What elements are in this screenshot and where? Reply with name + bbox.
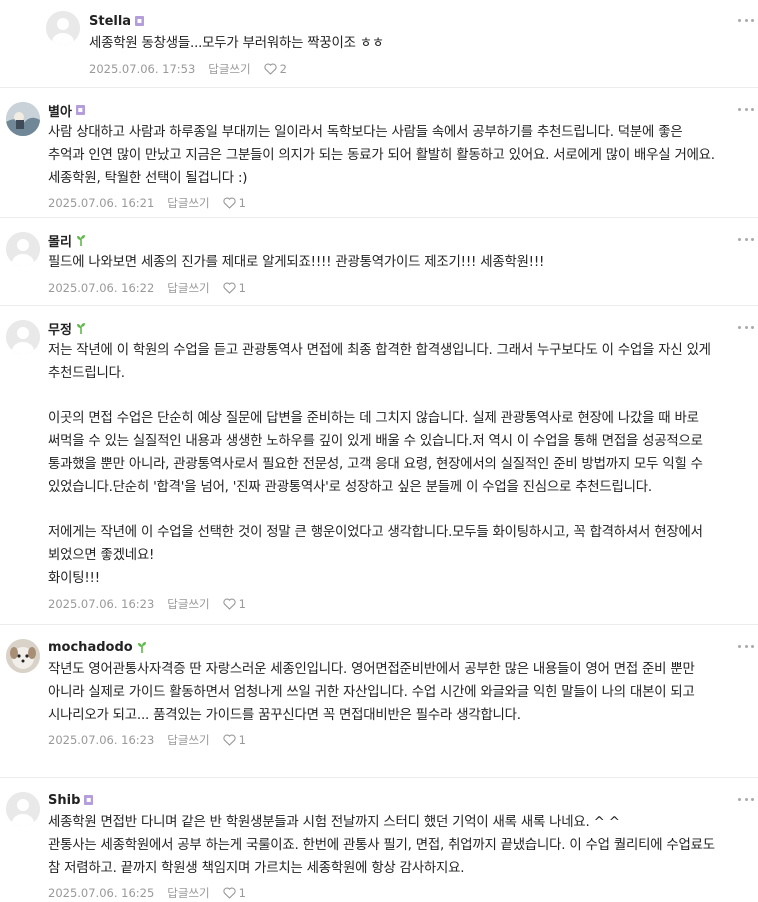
comment-item: 몰리 필드에 나와보면 세종의 진가를 제대로 알게되죠!!!! 관광통역가이드… bbox=[0, 218, 758, 306]
like-count: 1 bbox=[238, 733, 246, 748]
like-count: 1 bbox=[238, 196, 246, 211]
sprout-badge-icon bbox=[76, 235, 85, 246]
like-count: 1 bbox=[238, 596, 246, 611]
more-options-icon[interactable] bbox=[738, 639, 754, 653]
comment-author[interactable]: mochadodo bbox=[48, 640, 133, 655]
avatar[interactable] bbox=[6, 792, 40, 826]
reply-button[interactable]: 답글쓰기 bbox=[167, 732, 209, 748]
avatar[interactable] bbox=[6, 102, 40, 136]
heart-icon bbox=[223, 282, 236, 294]
avatar[interactable] bbox=[6, 232, 40, 266]
like-button[interactable]: 1 bbox=[223, 281, 246, 295]
comment-date: 2025.07.06. 16:25 bbox=[48, 886, 155, 901]
heart-icon bbox=[264, 63, 277, 75]
comment-date: 2025.07.06. 16:23 bbox=[48, 733, 155, 748]
comment-text: 세종학원 면접반 다니며 같은 반 학원생분들과 시험 전날까지 스터디 했던 … bbox=[48, 815, 715, 876]
like-count: 1 bbox=[238, 886, 246, 901]
comment-item: 무정 저는 작년에 이 학원의 수업을 듣고 관광통역사 면접에 최종 합격한 … bbox=[0, 306, 758, 625]
more-options-icon[interactable] bbox=[738, 792, 754, 806]
more-options-icon[interactable] bbox=[738, 102, 754, 116]
heart-icon bbox=[223, 197, 236, 210]
more-options-icon[interactable] bbox=[738, 13, 754, 27]
like-count: 1 bbox=[238, 280, 246, 295]
like-count: 2 bbox=[279, 61, 287, 76]
like-button[interactable]: 1 bbox=[223, 597, 246, 611]
comment-author[interactable]: Shib bbox=[48, 793, 80, 808]
comment-author[interactable]: 몰리 bbox=[48, 231, 72, 250]
comment-text: 세종학원 동창생들...모두가 부러워하는 짝꿍이조 ㅎㅎ bbox=[89, 36, 385, 51]
sprout-badge-icon bbox=[76, 323, 85, 334]
like-button[interactable]: 1 bbox=[223, 196, 246, 210]
reply-button[interactable]: 답글쓰기 bbox=[167, 195, 209, 211]
comment-date: 2025.07.06. 16:22 bbox=[48, 280, 155, 295]
reply-button[interactable]: 답글쓰기 bbox=[167, 280, 209, 296]
comment-item: 별아 ▪ 사람 상대하고 사람과 하루종일 부대끼는 일이라서 독학보다는 사람… bbox=[0, 88, 758, 218]
heart-icon bbox=[223, 598, 236, 610]
manager-badge-icon: ▪ bbox=[84, 795, 94, 805]
comment-text: 저는 작년에 이 학원의 수업을 듣고 관광통역사 면접에 최종 합격한 합격생… bbox=[48, 343, 711, 586]
heart-icon bbox=[223, 734, 236, 747]
more-options-icon[interactable] bbox=[738, 232, 754, 246]
sprout-badge-icon bbox=[137, 642, 146, 653]
reply-button[interactable]: 답글쓰기 bbox=[167, 596, 209, 612]
comment-text: 사람 상대하고 사람과 하루종일 부대끼는 일이라서 독학보다는 사람들 속에서… bbox=[48, 125, 715, 186]
comment-text: 필드에 나와보면 세종의 진가를 제대로 알게되죠!!!! 관광통역가이드 제조… bbox=[48, 255, 545, 270]
avatar[interactable] bbox=[46, 11, 80, 45]
reply-button[interactable]: 답글쓰기 bbox=[208, 61, 250, 77]
comment-date: 2025.07.06. 16:21 bbox=[48, 196, 155, 211]
comment-item: Stella ▪ 세종학원 동창생들...모두가 부러워하는 짝꿍이조 ㅎㅎ 2… bbox=[0, 0, 758, 88]
avatar[interactable] bbox=[6, 320, 40, 354]
comment-author[interactable]: 별아 bbox=[48, 101, 72, 120]
comment-item: mochadodo 작년도 영어관통사자격증 딴 자랑스러운 세종인입니다. 영… bbox=[0, 625, 758, 778]
like-button[interactable]: 1 bbox=[223, 886, 246, 900]
like-button[interactable]: 2 bbox=[264, 62, 287, 76]
comment-date: 2025.07.06. 16:23 bbox=[48, 596, 155, 611]
comment-author[interactable]: Stella bbox=[89, 14, 131, 29]
comment-date: 2025.07.06. 17:53 bbox=[89, 61, 196, 76]
reply-button[interactable]: 답글쓰기 bbox=[167, 885, 209, 901]
avatar[interactable] bbox=[6, 639, 40, 673]
comment-list: Stella ▪ 세종학원 동창생들...모두가 부러워하는 짝꿍이조 ㅎㅎ 2… bbox=[0, 0, 758, 901]
manager-badge-icon: ▪ bbox=[135, 16, 145, 26]
more-options-icon[interactable] bbox=[738, 320, 754, 334]
comment-text: 작년도 영어관통사자격증 딴 자랑스러운 세종인입니다. 영어면접준비반에서 공… bbox=[48, 662, 695, 723]
manager-badge-icon: ▪ bbox=[75, 105, 85, 115]
comment-author[interactable]: 무정 bbox=[48, 319, 72, 338]
like-button[interactable]: 1 bbox=[223, 733, 246, 747]
comment-item: Shib ▪ 세종학원 면접반 다니며 같은 반 학원생분들과 시험 전날까지 … bbox=[0, 778, 758, 901]
